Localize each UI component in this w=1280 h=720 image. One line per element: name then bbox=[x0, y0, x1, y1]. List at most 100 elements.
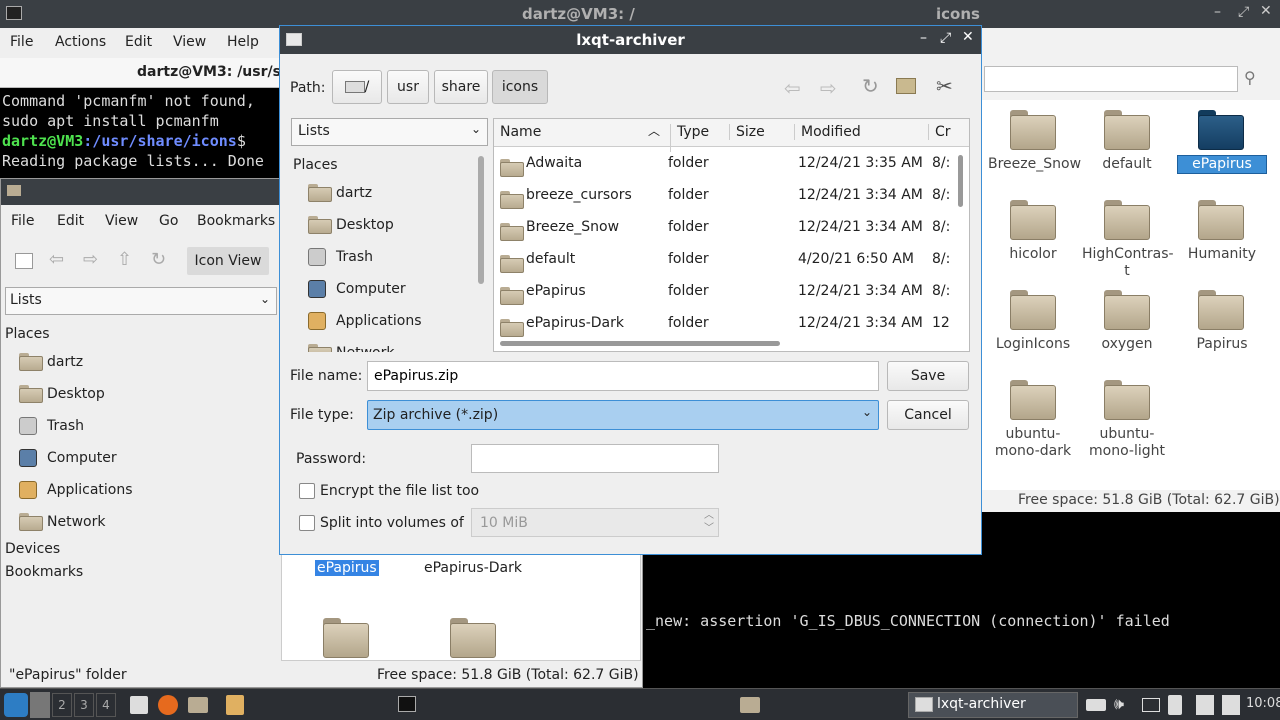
folder-icon[interactable] bbox=[1010, 290, 1056, 330]
sidebar-item-desktop[interactable]: Desktop bbox=[280, 210, 480, 240]
close-icon[interactable]: ✕ bbox=[1260, 3, 1272, 19]
archiver-launcher-icon[interactable] bbox=[226, 695, 244, 715]
menu-view[interactable]: View bbox=[173, 34, 206, 50]
fm-devices-label[interactable]: Devices bbox=[5, 541, 60, 557]
menu-file[interactable]: File bbox=[11, 213, 34, 229]
grid-item-label[interactable]: ubuntu- mono-light bbox=[1082, 426, 1172, 460]
forward-icon[interactable]: ⇨ bbox=[83, 249, 98, 270]
back-icon[interactable]: ⇦ bbox=[784, 76, 804, 100]
grid-item-label[interactable]: hicolor bbox=[988, 246, 1078, 263]
sidebar-item-applications[interactable]: Applications bbox=[1, 475, 279, 505]
menu-actions[interactable]: Actions bbox=[55, 34, 106, 50]
forward-icon[interactable]: ⇨ bbox=[820, 76, 840, 100]
folder-icon[interactable] bbox=[1010, 110, 1056, 150]
sidebar-item-computer[interactable]: Computer bbox=[1, 443, 279, 473]
column-header-modified[interactable]: Modified bbox=[794, 124, 861, 140]
maximize-icon[interactable]: ⤢ bbox=[1238, 4, 1249, 20]
sidebar-item-dartz[interactable]: dartz bbox=[1, 347, 279, 377]
menu-edit[interactable]: Edit bbox=[125, 34, 152, 50]
table-row[interactable]: breeze_cursors folder 12/24/21 3:34 AM 8/: bbox=[494, 179, 954, 211]
reload-icon[interactable]: ↻ bbox=[862, 74, 882, 98]
task-folder-icon[interactable] bbox=[740, 697, 760, 713]
icon-view-button[interactable]: Icon View bbox=[187, 247, 269, 275]
sidebar-item-network[interactable]: Network bbox=[1, 507, 279, 537]
new-folder-icon[interactable] bbox=[896, 78, 916, 94]
folder-icon[interactable] bbox=[1104, 200, 1150, 240]
keyboard-icon[interactable] bbox=[1086, 699, 1106, 711]
pen-icon[interactable] bbox=[1196, 695, 1214, 715]
sidebar-item-desktop[interactable]: Desktop bbox=[1, 379, 279, 409]
firefox-icon[interactable] bbox=[158, 695, 178, 715]
sidebar-item-trash[interactable]: Trash bbox=[280, 242, 480, 272]
grid-item-label[interactable]: LoginIcons bbox=[988, 336, 1078, 353]
desktop-switch-2[interactable]: 2 bbox=[52, 693, 72, 717]
filetype-select[interactable]: Zip archive (*.zip) ⌄ bbox=[367, 400, 879, 430]
file-item-label[interactable]: ePapirus-Dark bbox=[424, 560, 522, 576]
h-scrollbar[interactable] bbox=[500, 341, 780, 346]
start-menu-icon[interactable] bbox=[4, 693, 28, 717]
file-manager-icon[interactable] bbox=[188, 697, 208, 713]
folder-icon[interactable] bbox=[1010, 200, 1056, 240]
v-scrollbar[interactable] bbox=[958, 155, 963, 207]
task-terminal-icon[interactable] bbox=[398, 696, 416, 712]
search-icon[interactable]: ⚲ bbox=[1244, 68, 1256, 87]
grid-item-label[interactable]: default bbox=[1082, 156, 1172, 173]
table-row[interactable]: Breeze_Snow folder 12/24/21 3:34 AM 8/: bbox=[494, 211, 954, 243]
calendar-icon[interactable] bbox=[1222, 695, 1240, 715]
desktop-switch-3[interactable]: 3 bbox=[74, 693, 94, 717]
grid-item-label-selected[interactable]: ePapirus bbox=[1177, 155, 1267, 174]
up-icon[interactable]: ⇧ bbox=[117, 249, 132, 270]
grid-item-label[interactable]: oxygen bbox=[1082, 336, 1172, 353]
cancel-button[interactable]: Cancel bbox=[887, 400, 969, 430]
back-icon[interactable]: ⇦ bbox=[49, 249, 64, 270]
reload-icon[interactable]: ↻ bbox=[151, 249, 166, 270]
menu-view[interactable]: View bbox=[105, 213, 138, 229]
clipboard-icon[interactable] bbox=[1168, 695, 1182, 715]
split-checkbox[interactable] bbox=[299, 515, 315, 531]
minimize-icon[interactable]: – bbox=[1214, 4, 1221, 20]
path-segment-root[interactable]: / bbox=[332, 70, 382, 104]
menu-go[interactable]: Go bbox=[159, 213, 178, 229]
column-header-size[interactable]: Size bbox=[729, 124, 765, 140]
location-input[interactable] bbox=[984, 66, 1238, 92]
menu-edit[interactable]: Edit bbox=[57, 213, 84, 229]
new-tab-icon[interactable] bbox=[15, 253, 33, 269]
folder-icon[interactable] bbox=[1198, 110, 1244, 150]
menu-bookmarks[interactable]: Bookmarks bbox=[197, 213, 275, 229]
split-label[interactable]: Split into volumes of bbox=[320, 515, 464, 531]
password-input[interactable] bbox=[471, 444, 719, 473]
grid-item-label[interactable]: Breeze_Snow bbox=[988, 156, 1081, 173]
encrypt-checkbox[interactable] bbox=[299, 483, 315, 499]
settings-icon[interactable]: ✂ bbox=[936, 74, 956, 98]
task-button-lxqt-archiver[interactable]: lxqt-archiver bbox=[908, 692, 1078, 718]
fm-side-select[interactable]: Lists ⌄ bbox=[5, 287, 277, 315]
sidebar-item-trash[interactable]: Trash bbox=[1, 411, 279, 441]
sidebar-item-dartz[interactable]: dartz bbox=[280, 178, 480, 208]
save-button[interactable]: Save bbox=[887, 361, 969, 391]
desktop-switch-1[interactable] bbox=[30, 692, 50, 718]
clock[interactable]: 10:08 bbox=[1246, 696, 1280, 711]
sidebar-item-computer[interactable]: Computer bbox=[280, 274, 480, 304]
volume-icon[interactable]: 🕪 bbox=[1114, 694, 1124, 714]
maximize-icon[interactable]: ⤢ bbox=[940, 30, 951, 46]
file-item-label[interactable]: ePapirus bbox=[315, 560, 379, 576]
folder-icon[interactable] bbox=[1104, 110, 1150, 150]
desktop-switch-4[interactable]: 4 bbox=[96, 693, 116, 717]
minimize-icon[interactable]: – bbox=[920, 30, 927, 46]
table-row[interactable]: ePapirus folder 12/24/21 3:34 AM 8/: bbox=[494, 275, 954, 307]
grid-item-label[interactable]: Humanity bbox=[1177, 246, 1267, 263]
sidebar-item-network[interactable]: Network bbox=[280, 338, 480, 352]
menu-help[interactable]: Help bbox=[227, 34, 259, 50]
folder-icon[interactable] bbox=[323, 618, 369, 658]
show-desktop-icon[interactable] bbox=[130, 696, 148, 714]
path-segment-icons[interactable]: icons bbox=[492, 70, 548, 104]
folder-icon[interactable] bbox=[1198, 200, 1244, 240]
path-segment-usr[interactable]: usr bbox=[387, 70, 429, 104]
folder-icon[interactable] bbox=[450, 618, 496, 658]
filename-input[interactable] bbox=[367, 361, 879, 391]
column-header-cr[interactable]: Cr bbox=[928, 124, 951, 140]
grid-item-label[interactable]: Papirus bbox=[1177, 336, 1267, 353]
encrypt-label[interactable]: Encrypt the file list too bbox=[320, 483, 479, 499]
folder-icon[interactable] bbox=[1010, 380, 1056, 420]
split-size-spinbox[interactable]: 10 MiB ︿ ﹀ bbox=[471, 508, 719, 537]
